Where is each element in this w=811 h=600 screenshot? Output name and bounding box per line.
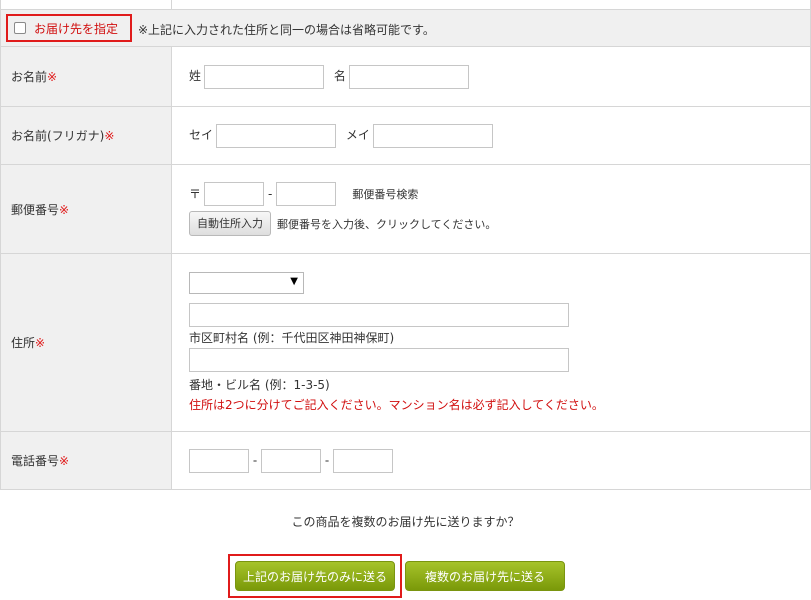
address-label-cell: 住所※ xyxy=(0,253,172,432)
phone-field-cell: - - xyxy=(171,431,811,490)
last-kana-input[interactable] xyxy=(216,123,337,148)
phone-label-cell: 電話番号※ xyxy=(0,431,172,490)
multi-destination-question: この商品を複数のお届け先に送りますか？ xyxy=(291,515,520,529)
required-mark: ※ xyxy=(35,336,46,350)
required-mark: ※ xyxy=(59,454,70,468)
row-phone: 電話番号※ - - xyxy=(0,431,811,490)
specify-destination-label: お届け先を指定 xyxy=(34,21,119,36)
name-label-cell: お名前※ xyxy=(0,46,172,107)
send-multiple-destinations-button[interactable]: 複数のお届け先に送る xyxy=(405,561,565,591)
phone-part2-input[interactable] xyxy=(261,448,321,473)
send-single-destination-button[interactable]: 上記のお届け先のみに送る xyxy=(235,561,395,591)
row-postal: 郵便番号※ 〒 - 郵便番号検索 自動住所入力 郵便番号を入力後、クリックしてく… xyxy=(0,164,811,254)
phone-label: 電話番号 xyxy=(11,454,60,468)
specify-destination-checkbox[interactable] xyxy=(14,22,26,34)
street-example: 番地・ビル名 (例：1-3-5) xyxy=(189,377,330,392)
city-input[interactable] xyxy=(189,302,569,327)
name-field-cell: 姓 名 xyxy=(171,46,811,107)
city-example: 市区町村名 (例：千代田区神田神保町) xyxy=(189,330,395,345)
prefecture-select[interactable]: ▼ xyxy=(189,271,304,294)
postal-separator: - xyxy=(268,186,273,201)
phone-part3-input[interactable] xyxy=(333,448,393,473)
auto-address-hint: 郵便番号を入力後、クリックしてください。 xyxy=(277,217,497,231)
destination-note: ※上記に入力された住所と同一の場合は省略可能です。 xyxy=(138,23,435,37)
destination-form: お名前※ 姓 名 お名前(フリガナ)※ セイ メイ 郵便番号※ 〒 - 郵便番号… xyxy=(0,46,811,490)
address-warning: 住所は2つに分けてご記入ください。マンション名は必ず記入してください。 xyxy=(189,397,604,412)
auto-address-button[interactable]: 自動住所入力 xyxy=(189,211,271,236)
required-mark: ※ xyxy=(104,129,115,143)
first-name-input[interactable] xyxy=(348,64,469,89)
postal-label-cell: 郵便番号※ xyxy=(0,164,172,254)
address-label: 住所 xyxy=(11,336,36,350)
first-kana-label: メイ xyxy=(345,128,370,142)
last-name-label: 姓 xyxy=(189,69,202,83)
row-kana: お名前(フリガナ)※ セイ メイ xyxy=(0,106,811,165)
kana-label-cell: お名前(フリガナ)※ xyxy=(0,106,172,165)
street-input[interactable] xyxy=(189,347,569,372)
required-mark: ※ xyxy=(47,70,58,84)
required-mark: ※ xyxy=(59,202,70,217)
phone-separator: - xyxy=(324,453,330,467)
row-address: 住所※ ▼ 市区町村名 (例：千代田区神田神保町) 番地・ビル名 (例：1-3-… xyxy=(0,253,811,432)
last-name-input[interactable] xyxy=(204,64,325,89)
delivery-destination-bar: お届け先を指定 ※上記に入力された住所と同一の場合は省略可能です。 xyxy=(0,9,811,47)
name-label: お名前 xyxy=(11,70,48,84)
postal-mark: 〒 xyxy=(189,187,202,201)
postal-search-link[interactable]: 郵便番号検索 xyxy=(352,186,418,202)
first-kana-input[interactable] xyxy=(372,123,493,148)
first-name-label: 名 xyxy=(333,69,346,83)
postal-label: 郵便番号 xyxy=(11,202,60,217)
specify-destination-toggle[interactable]: お届け先を指定 xyxy=(6,14,132,42)
row-name: お名前※ 姓 名 xyxy=(0,46,811,107)
postal-code-second-input[interactable] xyxy=(276,181,337,206)
dropdown-arrow-icon: ▼ xyxy=(290,275,298,287)
kana-field-cell: セイ メイ xyxy=(171,106,811,165)
address-field-cell: ▼ 市区町村名 (例：千代田区神田神保町) 番地・ビル名 (例：1-3-5) 住… xyxy=(171,253,811,432)
phone-part1-input[interactable] xyxy=(189,448,249,473)
postal-code-first-input[interactable] xyxy=(204,181,265,206)
last-kana-label: セイ xyxy=(189,128,214,142)
kana-label: お名前(フリガナ) xyxy=(11,129,105,143)
phone-separator: - xyxy=(252,453,258,467)
postal-field-cell: 〒 - 郵便番号検索 自動住所入力 郵便番号を入力後、クリックしてください。 xyxy=(171,164,811,254)
